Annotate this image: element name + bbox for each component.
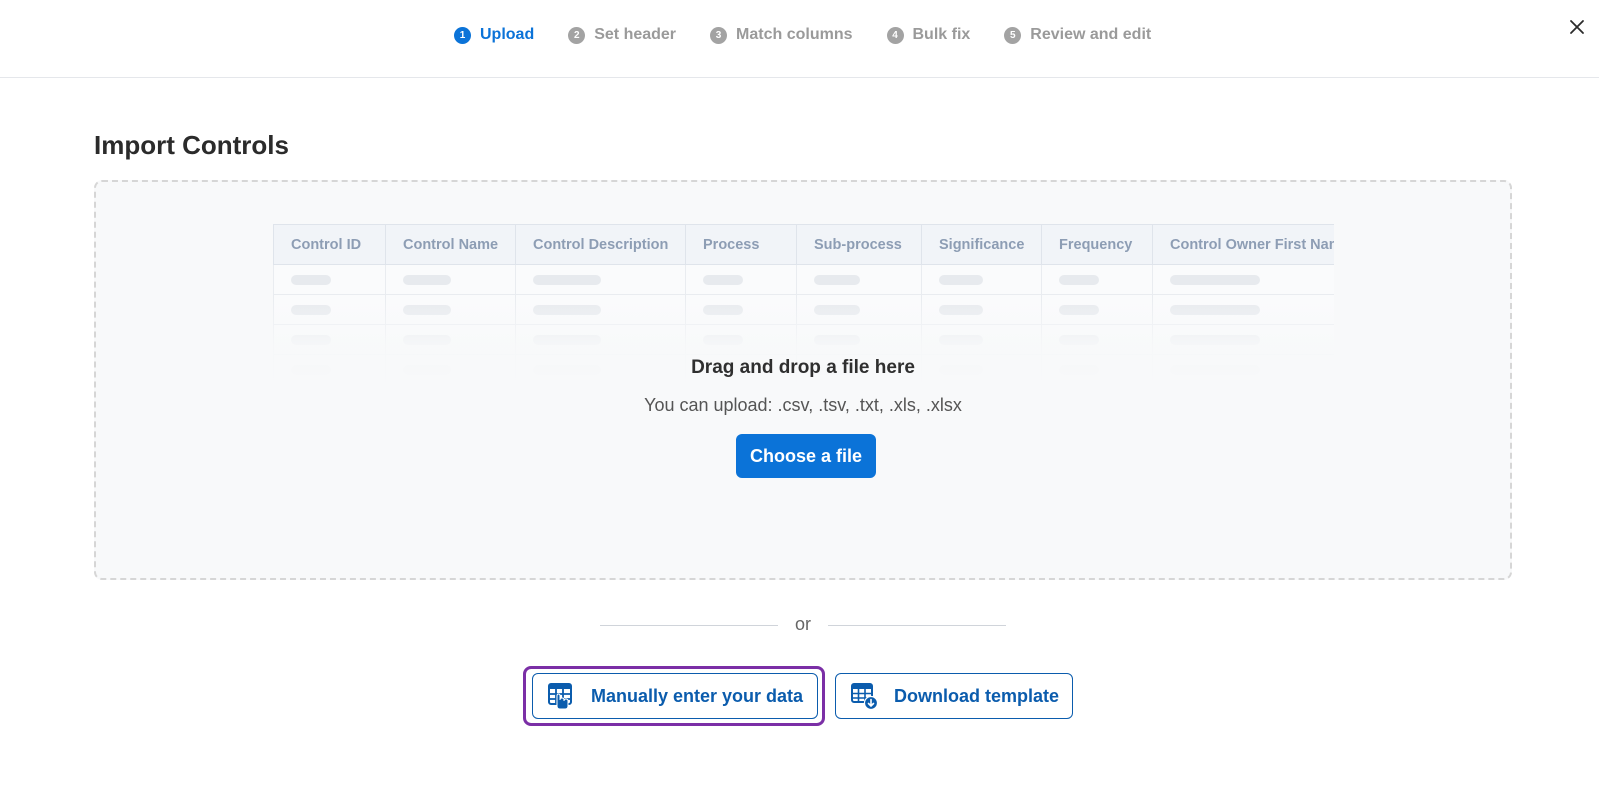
preview-placeholder-cell [921, 264, 1042, 295]
preview-fade [273, 296, 1334, 406]
import-header: 1 Upload 2 Set header 3 Match columns 4 … [0, 0, 1599, 78]
step-number: 3 [710, 26, 728, 44]
skeleton-bar [533, 274, 601, 285]
step-label: Match columns [736, 26, 853, 43]
download-template-button[interactable]: Download template [835, 673, 1073, 719]
preview-placeholder-row [273, 264, 1334, 295]
dropzone-title: Drag and drop a file here [691, 357, 915, 378]
step-label: Review and edit [1030, 26, 1152, 43]
manually-enter-data-button[interactable]: Manually enter your data [532, 673, 818, 719]
or-divider: or [600, 614, 1006, 636]
step-set-header[interactable]: 2 Set header [568, 26, 676, 44]
preview-column-header: Control ID [273, 224, 386, 265]
step-number: 2 [568, 26, 586, 44]
preview-placeholder-cell [1152, 264, 1334, 295]
preview-placeholder-cell [385, 264, 516, 295]
preview-column-header: Control Name [385, 224, 516, 265]
or-text: or [794, 614, 811, 634]
preview-placeholder-cell [515, 264, 686, 295]
dropzone-file-types: You can upload: .csv, .tsv, .txt, .xls, … [644, 395, 962, 415]
download-button-label: Download template [894, 685, 1060, 706]
preview-placeholder-cell [273, 264, 386, 295]
step-number: 5 [1004, 26, 1022, 44]
file-dropzone[interactable]: Control ID Control Name Control Descript… [94, 180, 1512, 580]
page-title: Import Controls [94, 130, 289, 160]
close-icon [1570, 20, 1584, 34]
skeleton-bar [291, 274, 331, 285]
divider-line [600, 625, 778, 626]
step-match-columns[interactable]: 3 Match columns [710, 26, 853, 44]
preview-column-header: Control Owner First Name [1152, 224, 1334, 265]
preview-placeholder-cell [796, 264, 922, 295]
skeleton-bar [703, 274, 743, 285]
preview-column-header: Frequency [1041, 224, 1153, 265]
preview-column-header: Significance [921, 224, 1042, 265]
divider-line [828, 625, 1006, 626]
close-button[interactable] [1566, 16, 1588, 38]
step-bulk-fix[interactable]: 4 Bulk fix [886, 26, 971, 44]
stepper: 1 Upload 2 Set header 3 Match columns 4 … [454, 24, 1151, 46]
step-label: Upload [480, 26, 535, 43]
preview-column-header: Process [685, 224, 797, 265]
skeleton-bar [939, 274, 983, 285]
preview-header-row: Control ID Control Name Control Descript… [273, 224, 1334, 265]
step-number: 4 [886, 26, 904, 44]
preview-column-header: Control Description [515, 224, 686, 265]
preview-placeholder-cell [685, 264, 797, 295]
step-label: Bulk fix [912, 26, 971, 43]
skeleton-bar [403, 274, 451, 285]
step-label: Set header [594, 26, 677, 43]
step-upload[interactable]: 1 Upload [454, 26, 534, 44]
skeleton-bar [1059, 274, 1099, 285]
table-download-icon [851, 683, 878, 710]
manual-button-label: Manually enter your data [591, 685, 804, 706]
step-number: 1 [454, 26, 471, 44]
preview-column-header: Sub-process [796, 224, 922, 265]
skeleton-bar [1170, 274, 1260, 285]
choose-file-button[interactable]: Choose a file [736, 434, 876, 478]
step-review-and-edit[interactable]: 5 Review and edit [1004, 26, 1151, 44]
preview-placeholder-cell [1041, 264, 1153, 295]
table-hand-icon [548, 683, 572, 710]
skeleton-bar [814, 274, 860, 285]
